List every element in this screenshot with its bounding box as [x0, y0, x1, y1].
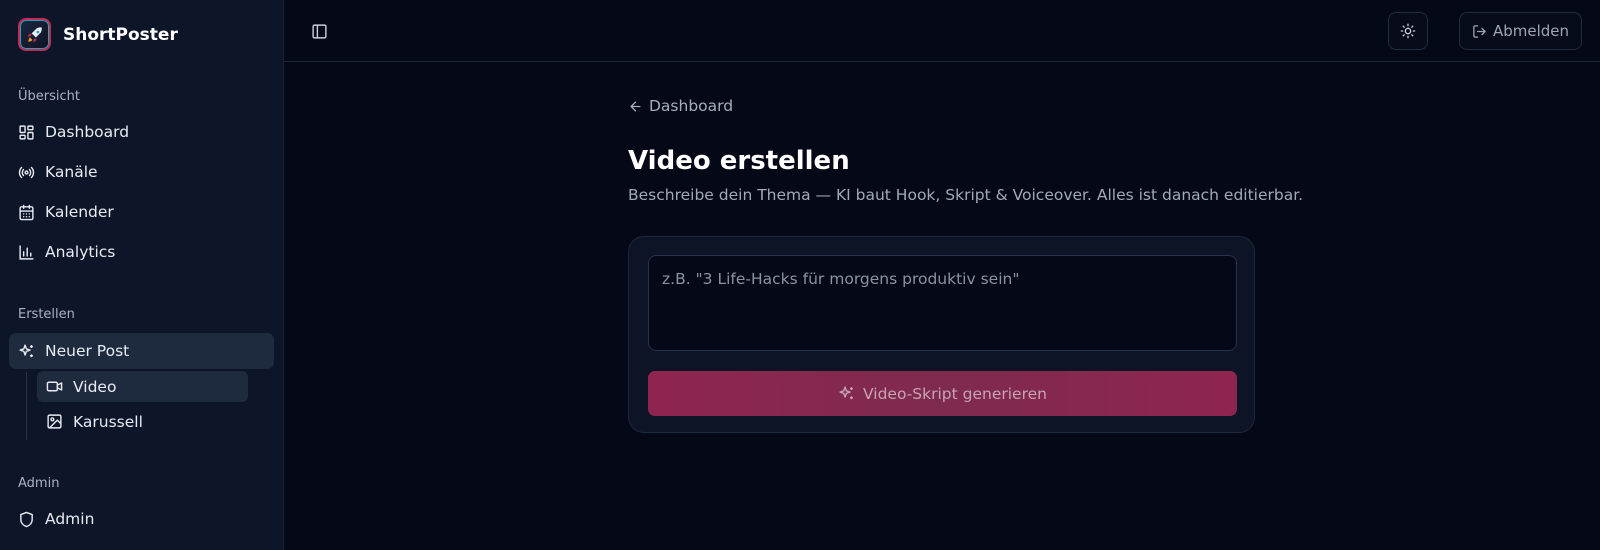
- sidebar-item-calendar[interactable]: Kalender: [9, 194, 274, 230]
- image-icon: [47, 414, 62, 429]
- sidebar-subitem-carousel[interactable]: Karussell: [37, 406, 248, 437]
- arrow-left-icon: [630, 101, 641, 111]
- sidebar-item-new-post[interactable]: Neuer Post: [9, 333, 274, 369]
- logout-label: Abmelden: [1492, 22, 1570, 40]
- brand[interactable]: ShortPoster: [18, 18, 178, 51]
- sidebar-item-label: Admin: [45, 510, 95, 528]
- sidebar-subitem-video[interactable]: Video: [37, 371, 248, 402]
- sparkles-icon: [839, 386, 853, 400]
- sidebar-toggle-button[interactable]: [308, 20, 330, 42]
- page-title: Video erstellen: [628, 146, 850, 176]
- sidebar-item-label: Analytics: [45, 243, 116, 261]
- sidebar-item-label: Kanäle: [45, 163, 98, 181]
- topbar: Abmelden: [284, 0, 1600, 62]
- theme-toggle-button[interactable]: [1388, 12, 1428, 50]
- sidebar-item-label: Dashboard: [45, 123, 130, 141]
- back-link-label: Dashboard: [649, 97, 734, 115]
- sidebar-item-label: Kalender: [45, 203, 114, 221]
- sun-icon: [1400, 23, 1416, 39]
- sidebar-item-admin[interactable]: Admin: [9, 501, 274, 537]
- video-icon: [46, 381, 63, 392]
- generate-button-label: Video-Skript generieren: [863, 384, 1047, 403]
- broadcast-icon: [18, 166, 35, 178]
- dashboard-grid-icon: [19, 124, 34, 140]
- logout-icon: [1473, 24, 1486, 38]
- sidebar-item-label: Neuer Post: [45, 342, 130, 360]
- generate-script-button[interactable]: Video-Skript generieren: [648, 371, 1237, 416]
- panel-left-icon: [311, 23, 327, 39]
- sparkles-icon: [19, 343, 33, 357]
- rocket-logo-icon: [18, 18, 51, 51]
- section-label-create: Erstellen: [18, 307, 75, 322]
- topic-input[interactable]: [648, 255, 1237, 351]
- page-subtitle: Beschreibe dein Thema — KI baut Hook, Sk…: [628, 186, 1304, 204]
- sidebar: ShortPoster Übersicht Dashboard Kanäle K…: [0, 0, 284, 550]
- sidebar-item-channels[interactable]: Kanäle: [9, 154, 274, 190]
- sidebar-subitem-label: Karussell: [73, 412, 143, 431]
- create-video-card: Video-Skript generieren: [628, 236, 1255, 433]
- sidebar-item-analytics[interactable]: Analytics: [9, 234, 274, 270]
- bar-chart-icon: [19, 244, 34, 260]
- section-label-admin: Admin: [18, 476, 60, 491]
- main-content: Abmelden Dashboard Video erstellen Besch…: [284, 0, 1600, 550]
- shield-icon: [20, 511, 33, 527]
- brand-name: ShortPoster: [63, 24, 178, 45]
- calendar-icon: [19, 204, 34, 220]
- sidebar-item-dashboard[interactable]: Dashboard: [9, 114, 274, 150]
- sidebar-subitem-label: Video: [73, 377, 117, 396]
- back-to-dashboard-link[interactable]: Dashboard: [628, 97, 733, 115]
- section-label-overview: Übersicht: [18, 89, 80, 104]
- submenu-guide-line: [26, 372, 27, 440]
- logout-button[interactable]: Abmelden: [1459, 12, 1582, 50]
- app-root: ShortPoster Übersicht Dashboard Kanäle K…: [0, 0, 1600, 550]
